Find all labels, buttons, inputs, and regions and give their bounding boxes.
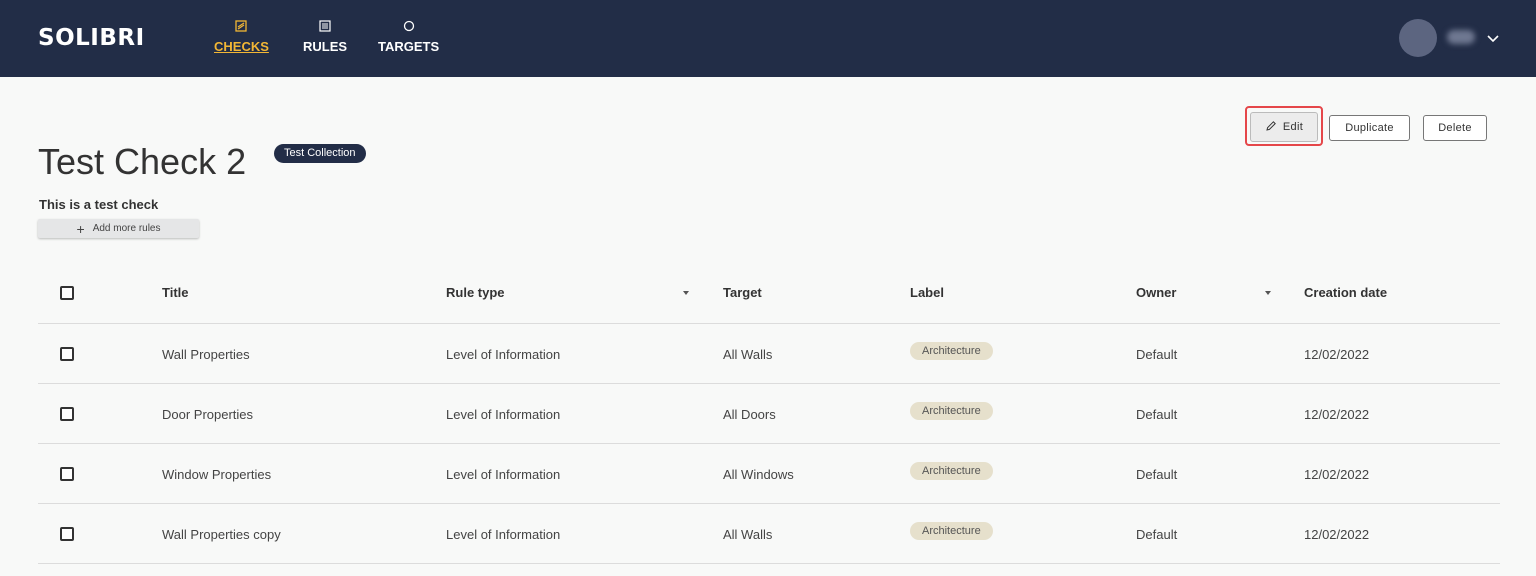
edit-button[interactable]: Edit [1250,112,1318,142]
column-title[interactable]: Title [162,262,189,323]
rule-owner: Default [1136,406,1178,422]
check-description: This is a test check [39,197,159,212]
table-row[interactable]: Door Properties Level of Information All… [38,384,1500,444]
plus-icon: + [76,220,85,237]
rule-type: Level of Information [446,406,561,422]
rules-table: Title Rule type Target Label Owner Creat… [38,262,1500,564]
label-tag: Architecture [910,462,993,480]
rule-creation-date: 12/02/2022 [1304,466,1370,482]
sort-arrow-icon[interactable] [682,262,690,323]
duplicate-button[interactable]: Duplicate [1329,115,1410,141]
column-creation-date[interactable]: Creation date [1304,262,1387,323]
solibri-logo[interactable]: SOLIBRI [38,25,145,51]
checks-icon [235,20,248,32]
rule-type: Level of Information [446,346,561,362]
label-tag: Architecture [910,342,993,360]
targets-icon [403,20,415,32]
select-all-checkbox[interactable] [60,285,74,300]
nav-rules-label: RULES [303,39,348,54]
table-row[interactable]: Wall Properties Level of Information All… [38,324,1500,384]
rule-target: All Doors [723,406,776,422]
rule-type: Level of Information [446,526,561,542]
nav-rules[interactable]: RULES [303,20,347,60]
nav-checks-label: CHECKS [214,39,269,54]
row-checkbox[interactable] [60,527,74,541]
page-title: Test Check 2 [38,141,247,182]
rule-target: All Windows [723,466,794,482]
column-owner[interactable]: Owner [1136,262,1176,323]
add-more-rules-button[interactable]: + Add more rules [38,219,199,238]
rule-creation-date: 12/02/2022 [1304,526,1370,542]
rule-title[interactable]: Window Properties [162,444,271,503]
collection-badge: Test Collection [274,144,366,163]
rule-title[interactable]: Door Properties [162,384,253,443]
row-checkbox[interactable] [60,407,74,421]
rule-title[interactable]: Wall Properties [162,324,250,383]
user-avatar[interactable] [1399,19,1437,57]
rule-target: All Walls [723,346,773,362]
user-name-blurred[interactable] [1447,30,1475,44]
nav-targets-label: TARGETS [378,39,440,54]
row-checkbox[interactable] [60,347,74,361]
pencil-icon [1265,120,1277,135]
top-bar: SOLIBRI CHECKS RULES TARGETS [0,0,1536,77]
rule-owner: Default [1136,346,1178,362]
rule-owner: Default [1136,466,1178,482]
nav-checks[interactable]: CHECKS [214,20,269,60]
label-tag: Architecture [910,402,993,420]
column-target[interactable]: Target [723,262,762,323]
column-label[interactable]: Label [910,262,944,323]
edit-label: Edit [1282,121,1304,133]
rule-type: Level of Information [446,466,561,482]
add-more-rules-label: Add more rules [92,223,161,234]
nav-targets[interactable]: TARGETS [378,20,439,60]
rule-title[interactable]: Wall Properties copy [162,504,281,563]
table-row[interactable]: Window Properties Level of Information A… [38,444,1500,504]
rule-creation-date: 12/02/2022 [1304,406,1370,422]
chevron-down-icon[interactable] [1486,31,1500,45]
rule-owner: Default [1136,526,1178,542]
column-rule-type[interactable]: Rule type [446,262,505,323]
table-header-row: Title Rule type Target Label Owner Creat… [38,262,1500,324]
table-row[interactable]: Wall Properties copy Level of Informatio… [38,504,1500,564]
rule-target: All Walls [723,526,773,542]
row-checkbox[interactable] [60,467,74,481]
rules-icon [319,20,331,32]
delete-button[interactable]: Delete [1423,115,1487,141]
rule-creation-date: 12/02/2022 [1304,346,1370,362]
sort-arrow-icon[interactable] [1264,262,1272,323]
label-tag: Architecture [910,522,993,540]
